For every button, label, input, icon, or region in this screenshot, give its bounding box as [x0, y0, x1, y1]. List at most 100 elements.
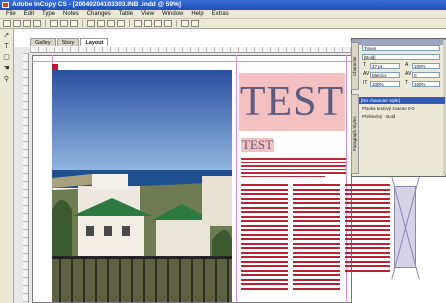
kerning-field[interactable]: Metrics	[370, 72, 400, 78]
toolbar-divider	[129, 20, 130, 27]
reject-change-icon[interactable]	[117, 20, 125, 27]
vertical-ruler[interactable]	[23, 53, 29, 303]
text-line	[241, 220, 288, 222]
new-icon[interactable]	[3, 20, 11, 27]
text-line	[241, 251, 288, 254]
title-bar: Adobe InCopy CS - [20040204103303.INB .i…	[0, 0, 446, 10]
landscape-photo[interactable]	[52, 70, 232, 302]
print-icon[interactable]	[33, 20, 41, 27]
image-placeholder-frame[interactable]	[394, 186, 416, 268]
style-list-item[interactable]: Plavka textový znacne 0-0	[359, 105, 445, 112]
font-size-field[interactable]: 47 pt	[370, 63, 400, 69]
text-line	[241, 247, 288, 249]
selection-tool-icon[interactable]: ➚	[2, 31, 12, 40]
menu-extras[interactable]: Extras	[208, 11, 233, 17]
text-line	[345, 247, 390, 249]
horizontal-scale-field[interactable]: 100%	[412, 81, 440, 87]
font-family-field[interactable]: Times	[362, 45, 440, 51]
tab-paragraph-styles[interactable]: Paragraph Styles	[351, 94, 359, 174]
view-mode-icon[interactable]	[191, 20, 199, 27]
note-icon[interactable]	[87, 20, 95, 27]
undo-icon[interactable]	[60, 20, 68, 27]
save-icon[interactable]	[23, 20, 31, 27]
menu-view[interactable]: View	[137, 11, 158, 17]
zoom-tool-icon[interactable]: ⚲	[2, 75, 12, 84]
text-line	[345, 193, 390, 195]
intro-text-block[interactable]	[241, 158, 346, 179]
leading-icon: A	[405, 62, 409, 68]
menu-help[interactable]: Help	[187, 11, 207, 17]
zoom-out-icon[interactable]	[164, 20, 172, 27]
text-line	[241, 211, 288, 213]
toolbar-divider	[176, 20, 177, 27]
text-line	[241, 175, 325, 177]
text-line	[293, 274, 340, 276]
text-line	[241, 238, 288, 240]
text-column-3[interactable]	[345, 184, 390, 300]
style-selected-item[interactable]: [No character style]	[359, 97, 445, 104]
tab-story[interactable]: Story	[56, 38, 80, 46]
leading-field[interactable]: 100%	[412, 63, 440, 69]
tab-character[interactable]: Character	[351, 42, 359, 90]
next-change-icon[interactable]	[144, 20, 152, 27]
menu-file[interactable]: File	[2, 11, 20, 17]
text-line	[345, 256, 390, 258]
open-icon[interactable]	[13, 20, 21, 27]
text-line	[345, 242, 390, 245]
redo-icon[interactable]	[70, 20, 78, 27]
text-column-2[interactable]	[293, 184, 340, 300]
menu-edit[interactable]: Edit	[20, 11, 38, 17]
view-tabs: Galley Story Layout	[30, 38, 109, 47]
menu-table[interactable]: Table	[115, 11, 137, 17]
text-line	[293, 242, 340, 245]
menu-window[interactable]: Window	[158, 11, 187, 17]
text-line	[293, 269, 340, 272]
text-line	[293, 238, 340, 240]
text-line	[293, 247, 340, 249]
size-icon: T	[363, 62, 367, 68]
text-line	[293, 283, 340, 285]
menu-type[interactable]: Type	[38, 11, 59, 17]
text-line	[241, 269, 288, 272]
track-changes-icon[interactable]	[97, 20, 105, 27]
headline-text[interactable]: TEST	[239, 80, 345, 124]
toolbar-divider	[82, 20, 83, 27]
main-toolbar	[0, 19, 446, 29]
text-line	[293, 224, 340, 227]
text-line	[345, 265, 390, 267]
zoom-in-icon[interactable]	[154, 20, 162, 27]
tools-panel: ➚ T ▢ ☚ ⚲	[0, 29, 14, 303]
horizontal-ruler[interactable]	[30, 47, 351, 53]
text-line	[293, 229, 340, 231]
type-tool-icon[interactable]: T	[2, 42, 12, 51]
text-line	[345, 211, 390, 213]
menu-changes[interactable]: Changes	[83, 11, 115, 17]
vertical-scale-field[interactable]: 100%	[370, 81, 400, 87]
font-style-field[interactable]: [Bold]	[362, 54, 440, 60]
text-line	[241, 274, 288, 276]
text-line	[241, 197, 288, 200]
check-spelling-icon[interactable]	[50, 20, 58, 27]
text-line	[241, 278, 288, 281]
tracking-field[interactable]: 0	[412, 72, 440, 78]
note-tool-icon[interactable]: ▢	[2, 53, 12, 62]
prev-change-icon[interactable]	[134, 20, 142, 27]
hand-tool-icon[interactable]: ☚	[2, 64, 12, 73]
subhead-text[interactable]: TEST	[241, 138, 275, 152]
accept-change-icon[interactable]	[107, 20, 115, 27]
style-list-item[interactable]: Přehledný - Bold	[359, 113, 445, 120]
menu-notes[interactable]: Notes	[59, 11, 83, 17]
text-column-1[interactable]	[241, 184, 288, 300]
text-line	[293, 184, 340, 186]
app-icon	[2, 2, 9, 8]
tab-layout[interactable]: Layout	[80, 38, 109, 46]
text-line	[293, 251, 340, 254]
text-line	[345, 188, 390, 191]
text-line	[241, 229, 288, 231]
text-line	[241, 256, 288, 258]
show-hidden-icon[interactable]	[181, 20, 189, 27]
text-line	[293, 278, 340, 281]
text-line	[345, 184, 390, 186]
tab-galley[interactable]: Galley	[30, 38, 56, 46]
text-line	[241, 224, 288, 227]
